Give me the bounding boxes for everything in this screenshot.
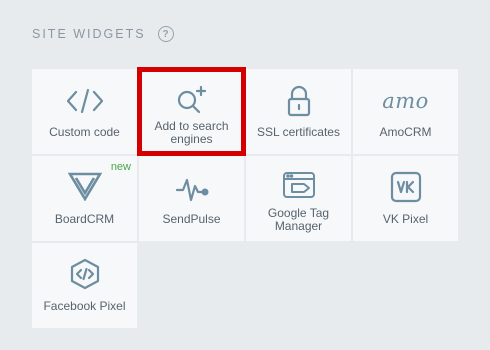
widget-label: VK Pixel	[382, 212, 429, 226]
widget-label: SSL certificates	[257, 125, 340, 139]
lock-icon	[287, 85, 310, 117]
widget-label: AmoCRM	[379, 125, 432, 139]
widget-label: Google Tag Manager	[267, 206, 330, 233]
widget-add-to-search-engines[interactable]: Add to search engines	[137, 67, 246, 156]
amocrm-logo: amo	[382, 89, 429, 113]
widget-label: Facebook Pixel	[43, 299, 126, 313]
widget-label: Custom code	[49, 125, 120, 139]
widget-label: BoardCRM	[54, 212, 115, 226]
widget-ssl-certificates[interactable]: SSL certificates	[246, 69, 351, 154]
section-header: SITE WIDGETS ?	[32, 26, 174, 42]
tag-manager-icon	[282, 172, 315, 198]
widget-sendpulse[interactable]: SendPulse	[139, 156, 244, 241]
section-title: SITE WIDGETS	[32, 27, 146, 41]
pulse-icon	[175, 178, 209, 202]
widget-label: Add to search engines	[154, 119, 229, 146]
widget-vk-pixel[interactable]: VK Pixel	[353, 156, 458, 241]
boardcrm-logo	[67, 172, 102, 201]
widget-label: SendPulse	[162, 212, 221, 226]
widget-custom-code[interactable]: Custom code	[32, 69, 137, 154]
search-plus-icon	[177, 85, 206, 114]
widget-amocrm[interactable]: amo AmoCRM	[353, 69, 458, 154]
widget-grid: Custom code Add to search engines SSL ce…	[32, 67, 458, 328]
code-hexagon-icon	[70, 258, 99, 290]
help-icon[interactable]: ?	[157, 26, 174, 42]
site-widgets-panel: SITE WIDGETS ? Custom code Add to search…	[0, 0, 490, 350]
widget-boardcrm[interactable]: new BoardCRM	[32, 156, 137, 241]
widget-facebook-pixel[interactable]: Facebook Pixel	[32, 243, 137, 328]
code-icon	[66, 88, 103, 114]
widget-google-tag-manager[interactable]: Google Tag Manager	[246, 156, 351, 241]
vk-icon	[390, 171, 421, 203]
